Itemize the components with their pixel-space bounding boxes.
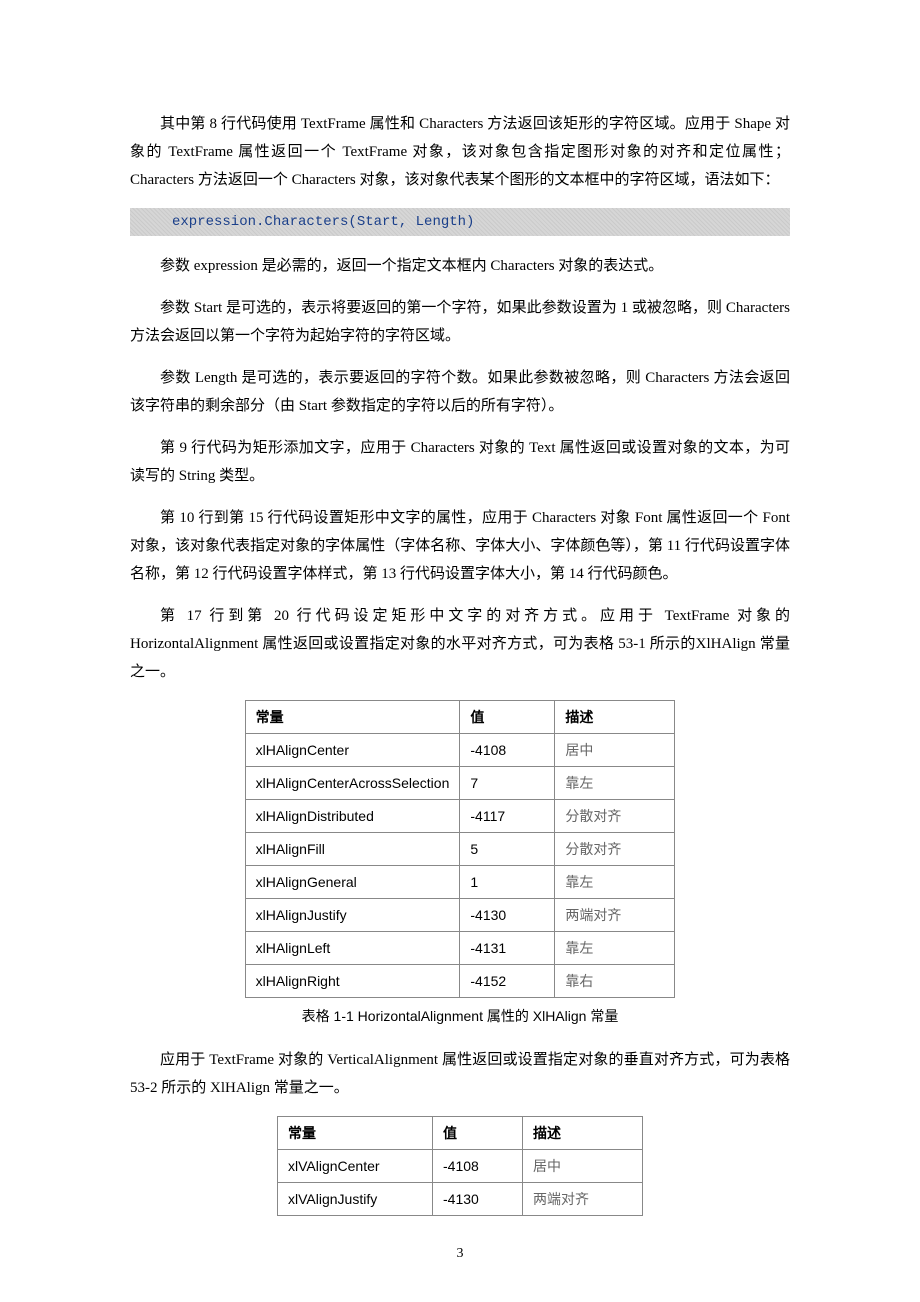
table-header: 值	[433, 1117, 523, 1150]
paragraph: 参数 expression 是必需的，返回一个指定文本框内 Characters…	[130, 252, 790, 280]
const-cell: xlVAlignCenter	[278, 1150, 433, 1183]
table-row: xlHAlignCenterAcrossSelection 7 靠左	[245, 767, 675, 800]
const-cell: xlHAlignCenterAcrossSelection	[245, 767, 460, 800]
table-row: xlVAlignCenter -4108 居中	[278, 1150, 643, 1183]
table-row: xlVAlignJustify -4130 两端对齐	[278, 1183, 643, 1216]
value-cell: -4130	[460, 899, 555, 932]
table-caption: 表格 1-1 HorizontalAlignment 属性的 XlHAlign …	[130, 1006, 790, 1026]
paragraph: 其中第 8 行代码使用 TextFrame 属性和 Characters 方法返…	[130, 110, 790, 194]
table-header: 常量	[278, 1117, 433, 1150]
page-number: 3	[0, 1246, 920, 1262]
value-cell: -4108	[433, 1150, 523, 1183]
paragraph: 应用于 TextFrame 对象的 VerticalAlignment 属性返回…	[130, 1046, 790, 1102]
paragraph: 参数 Length 是可选的，表示要返回的字符个数。如果此参数被忽略，则 Cha…	[130, 364, 790, 420]
table-row: xlHAlignJustify -4130 两端对齐	[245, 899, 675, 932]
table-row: xlHAlignGeneral 1 靠左	[245, 866, 675, 899]
table-header: 常量	[245, 701, 460, 734]
table-row: xlHAlignDistributed -4117 分散对齐	[245, 800, 675, 833]
value-cell: -4152	[460, 965, 555, 998]
table-header: 描述	[523, 1117, 643, 1150]
const-cell: xlVAlignJustify	[278, 1183, 433, 1216]
paragraph: 第 9 行代码为矩形添加文字，应用于 Characters 对象的 Text 属…	[130, 434, 790, 490]
desc-cell: 两端对齐	[523, 1183, 643, 1216]
table-header: 描述	[555, 701, 675, 734]
desc-cell: 靠左	[555, 866, 675, 899]
const-cell: xlHAlignRight	[245, 965, 460, 998]
desc-cell: 两端对齐	[555, 899, 675, 932]
paragraph: 参数 Start 是可选的，表示将要返回的第一个字符，如果此参数设置为 1 或被…	[130, 294, 790, 350]
table-row: xlHAlignRight -4152 靠右	[245, 965, 675, 998]
desc-cell: 居中	[523, 1150, 643, 1183]
const-cell: xlHAlignGeneral	[245, 866, 460, 899]
xlvalign-table: 常量 值 描述 xlVAlignCenter -4108 居中 xlVAlign…	[277, 1116, 643, 1216]
desc-cell: 分散对齐	[555, 833, 675, 866]
desc-cell: 分散对齐	[555, 800, 675, 833]
table-header-row: 常量 值 描述	[245, 701, 675, 734]
table-header-row: 常量 值 描述	[278, 1117, 643, 1150]
table-row: xlHAlignLeft -4131 靠左	[245, 932, 675, 965]
paragraph: 第 17 行到第 20 行代码设定矩形中文字的对齐方式。应用于 TextFram…	[130, 602, 790, 686]
value-cell: 7	[460, 767, 555, 800]
value-cell: -4108	[460, 734, 555, 767]
desc-cell: 靠右	[555, 965, 675, 998]
desc-cell: 靠左	[555, 767, 675, 800]
const-cell: xlHAlignFill	[245, 833, 460, 866]
paragraph: 第 10 行到第 15 行代码设置矩形中文字的属性，应用于 Characters…	[130, 504, 790, 588]
const-cell: xlHAlignLeft	[245, 932, 460, 965]
desc-cell: 靠左	[555, 932, 675, 965]
value-cell: -4131	[460, 932, 555, 965]
value-cell: 1	[460, 866, 555, 899]
table-header: 值	[460, 701, 555, 734]
value-cell: -4117	[460, 800, 555, 833]
const-cell: xlHAlignDistributed	[245, 800, 460, 833]
const-cell: xlHAlignCenter	[245, 734, 460, 767]
value-cell: 5	[460, 833, 555, 866]
table-row: xlHAlignCenter -4108 居中	[245, 734, 675, 767]
value-cell: -4130	[433, 1183, 523, 1216]
xlhalign-table: 常量 值 描述 xlHAlignCenter -4108 居中 xlHAlign…	[245, 700, 676, 998]
const-cell: xlHAlignJustify	[245, 899, 460, 932]
desc-cell: 居中	[555, 734, 675, 767]
document-page: 其中第 8 行代码使用 TextFrame 属性和 Characters 方法返…	[0, 0, 920, 1302]
code-block: expression.Characters(Start, Length)	[130, 208, 790, 236]
table-row: xlHAlignFill 5 分散对齐	[245, 833, 675, 866]
